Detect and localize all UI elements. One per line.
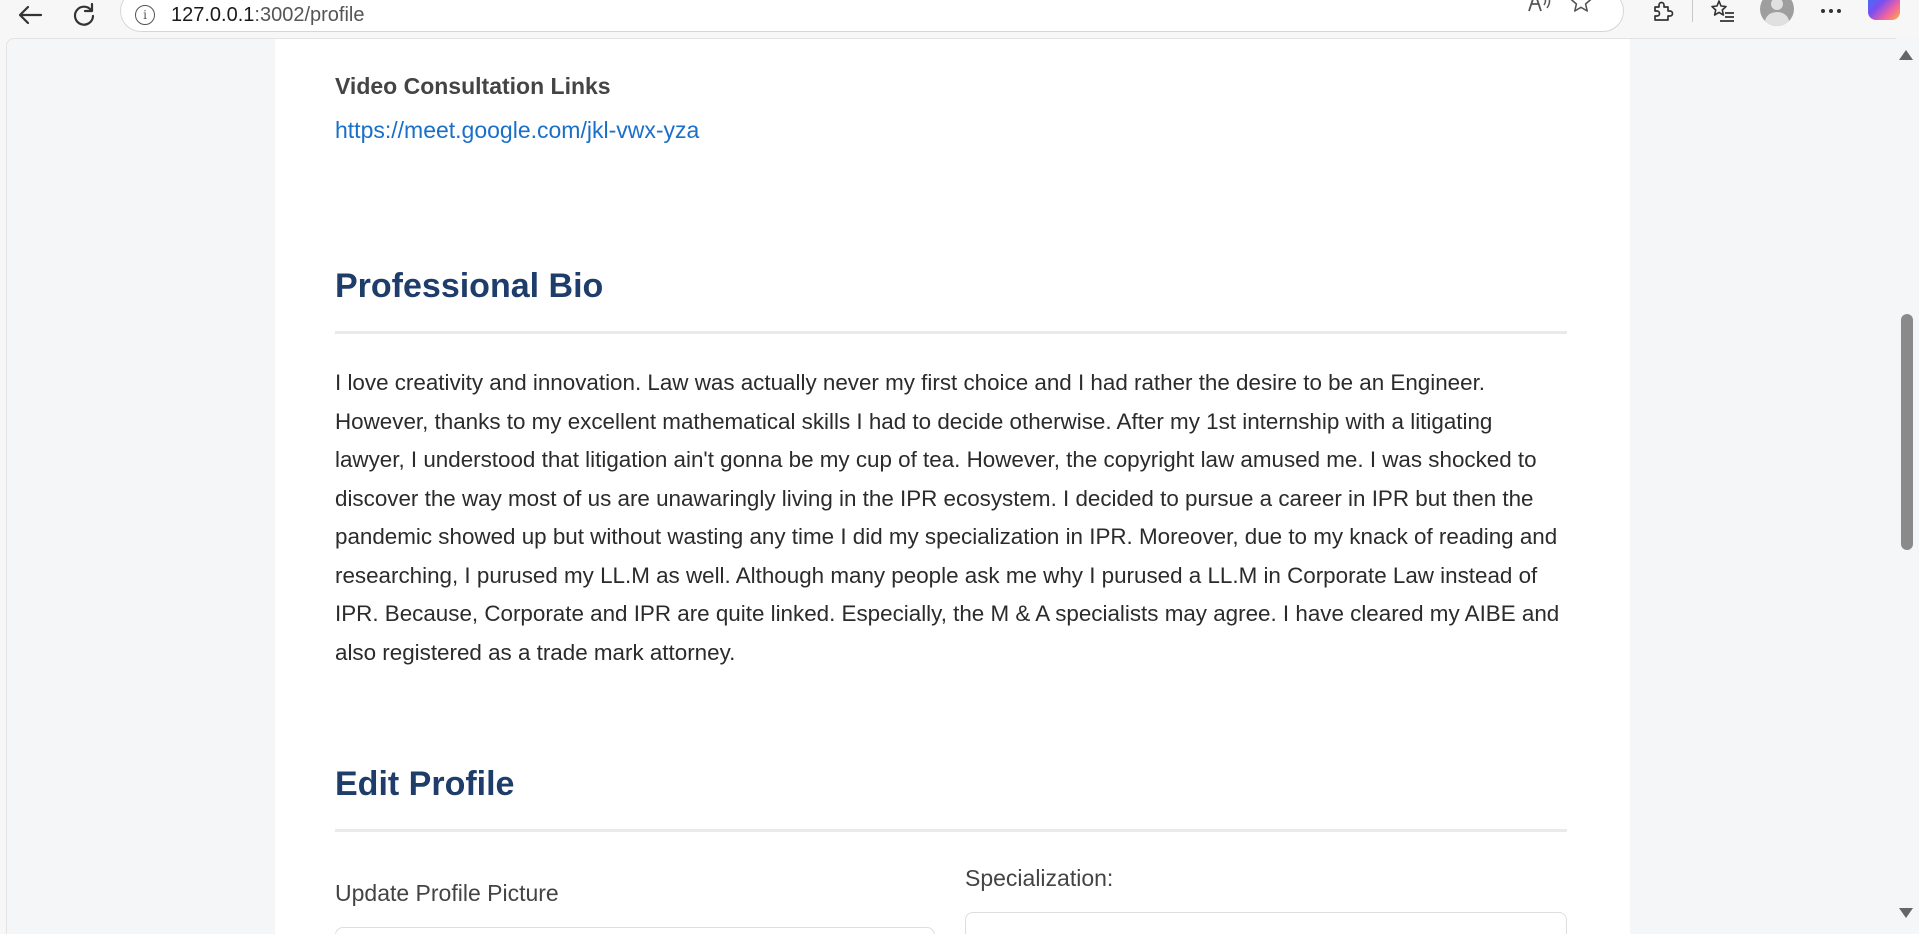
professional-bio-text: I love creativity and innovation. Law wa… bbox=[335, 370, 1560, 665]
back-arrow-icon[interactable] bbox=[12, 0, 48, 30]
info-icon[interactable]: i bbox=[135, 5, 155, 25]
edit-profile-heading: Edit Profile bbox=[335, 765, 515, 803]
vertical-scrollbar[interactable] bbox=[1896, 38, 1919, 934]
update-profile-picture-label: Update Profile Picture bbox=[335, 880, 559, 906]
browser-toolbar: i 127.0.0.1:3002/profile bbox=[0, 0, 1919, 38]
avatar-icon[interactable] bbox=[1760, 0, 1794, 26]
copilot-icon[interactable] bbox=[1868, 0, 1900, 20]
page-viewport: Video Consultation Links https://meet.go… bbox=[6, 38, 1897, 934]
more-icon[interactable] bbox=[1814, 0, 1848, 24]
scroll-down-icon[interactable] bbox=[1899, 908, 1913, 918]
read-aloud-icon[interactable] bbox=[1525, 0, 1553, 13]
url-path: :3002/profile bbox=[254, 3, 365, 26]
specialization-label: Specialization: bbox=[965, 865, 1114, 891]
scroll-thumb[interactable] bbox=[1901, 314, 1913, 550]
professional-bio-heading: Professional Bio bbox=[335, 267, 604, 305]
profile-card: Video Consultation Links https://meet.go… bbox=[275, 39, 1630, 934]
video-consultation-link[interactable]: https://meet.google.com/jkl-vwx-yza bbox=[335, 117, 699, 144]
url-text[interactable]: 127.0.0.1:3002/profile bbox=[171, 4, 365, 27]
scroll-up-icon[interactable] bbox=[1899, 50, 1913, 60]
url-host: 127.0.0.1 bbox=[171, 3, 255, 26]
favorites-icon[interactable] bbox=[1706, 0, 1740, 24]
bio-divider bbox=[335, 331, 1567, 334]
edit-profile-divider bbox=[335, 829, 1567, 832]
puzzle-icon[interactable] bbox=[1645, 0, 1679, 24]
specialization-input[interactable] bbox=[965, 912, 1567, 934]
toolbar-divider bbox=[1692, 0, 1693, 22]
star-icon[interactable] bbox=[1567, 0, 1595, 13]
address-bar[interactable]: i 127.0.0.1:3002/profile bbox=[120, 0, 1624, 32]
video-consultation-title: Video Consultation Links bbox=[335, 73, 611, 99]
reload-icon[interactable] bbox=[66, 0, 102, 30]
profile-picture-input[interactable] bbox=[335, 927, 935, 934]
